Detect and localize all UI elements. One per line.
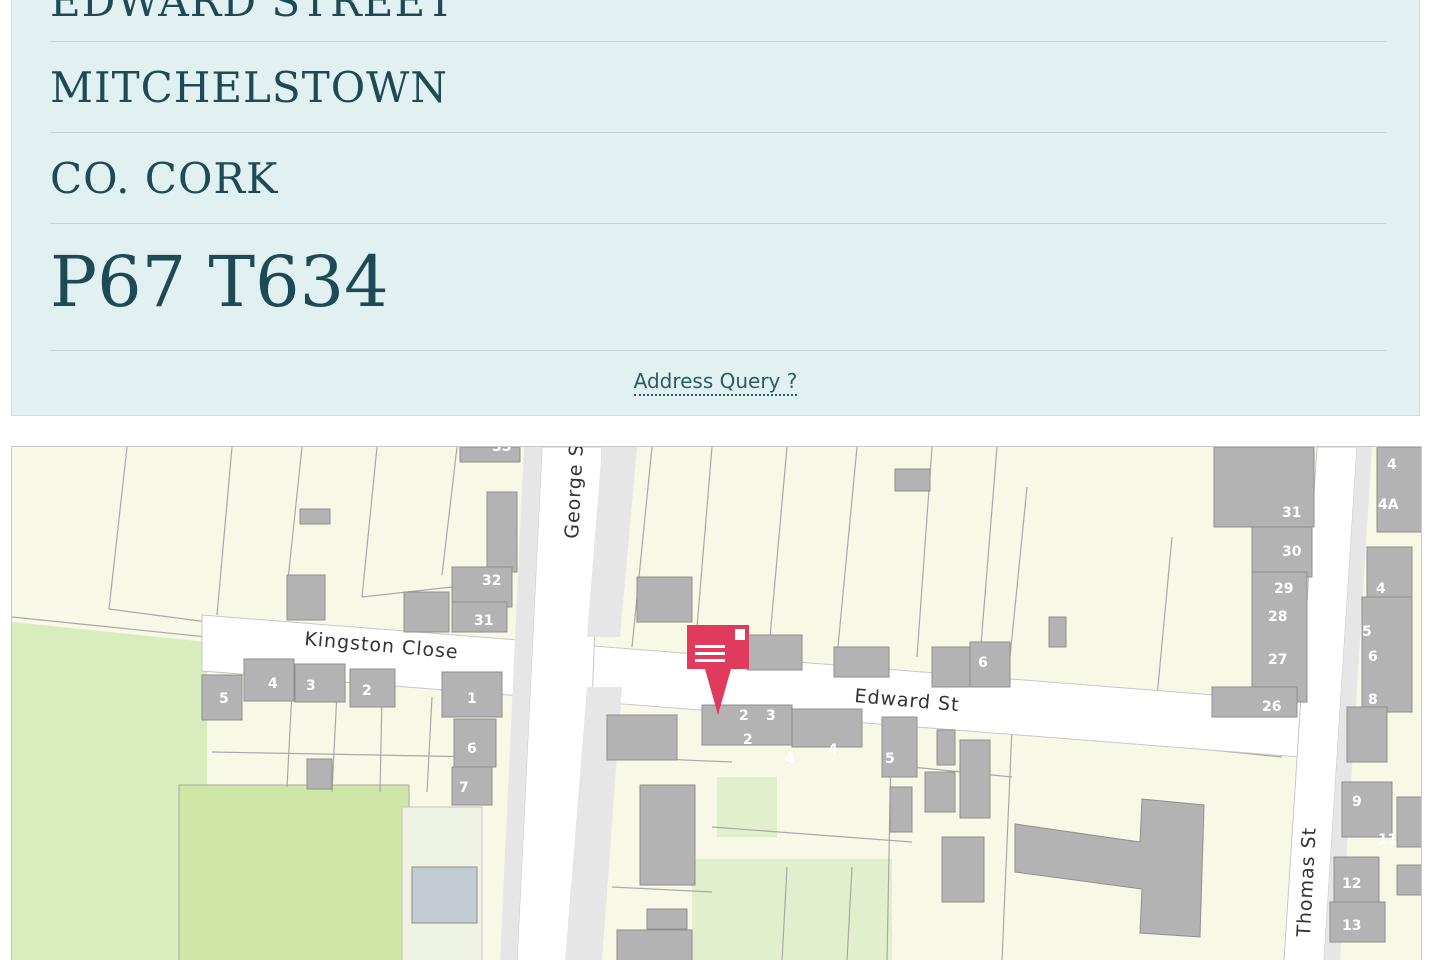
house-number: 26: [1262, 699, 1281, 715]
house-number: 27: [1268, 652, 1287, 668]
house-number: 12: [1342, 876, 1361, 892]
address-line-county: CO. CORK: [50, 132, 1386, 224]
green-plot: [692, 859, 892, 960]
house-number: 6: [1368, 649, 1378, 665]
address-line-town: MITCHELSTOWN: [50, 41, 1386, 133]
house-number: 2: [739, 708, 749, 724]
house-number: 6: [467, 741, 477, 757]
house-number: 1: [467, 691, 477, 707]
map-view[interactable]: 35 32 31 5 4 3 2 1 6 7 2 2 3 4 4 5 6 31 …: [11, 446, 1422, 960]
address-panel: EDWARD STREET MITCHELSTOWN CO. CORK P67 …: [11, 0, 1420, 416]
house-number: 4A: [1378, 497, 1399, 513]
house-number: 31: [474, 613, 493, 629]
house-number: 35: [492, 447, 511, 455]
house-number: 8: [1368, 692, 1378, 708]
house-number: 9: [1352, 794, 1362, 810]
address-line-street: EDWARD STREET: [50, 0, 1386, 42]
house-number: 6: [978, 655, 988, 671]
house-number: 30: [1282, 544, 1302, 560]
building-blue: [411, 866, 478, 924]
house-number: 4: [268, 676, 278, 692]
house-number: 4: [1376, 581, 1386, 597]
map-canvas[interactable]: 35 32 31 5 4 3 2 1 6 7 2 2 3 4 4 5 6 31 …: [12, 447, 1422, 960]
house-number: 4: [828, 742, 838, 758]
house-number: 2: [743, 732, 753, 748]
house-number: 32: [482, 573, 501, 589]
address-query-link[interactable]: Address Query ?: [633, 369, 798, 396]
house-number: 13: [1342, 918, 1361, 934]
address-query-row: Address Query ?: [12, 369, 1419, 396]
address-town-text: MITCHELSTOWN: [50, 63, 449, 112]
house-number: 5: [885, 751, 895, 767]
house-number: 7: [459, 780, 469, 796]
house-number: 29: [1274, 581, 1293, 597]
house-number: 31: [1282, 505, 1301, 521]
house-number: 11: [1378, 832, 1397, 848]
eircode-text: P67 T634: [50, 241, 389, 323]
house-number: 5: [219, 691, 229, 707]
address-street-text: EDWARD STREET: [50, 0, 456, 26]
house-number: 2: [362, 683, 372, 699]
green-area: [12, 622, 207, 960]
house-number: 5: [1362, 624, 1372, 640]
house-number: 4: [785, 751, 795, 767]
house-number: 4: [1387, 457, 1397, 473]
address-line-eircode: P67 T634: [50, 223, 1386, 351]
address-county-text: CO. CORK: [50, 154, 279, 203]
house-number: 3: [766, 708, 776, 724]
house-number: 3: [306, 678, 316, 694]
house-number: 28: [1268, 609, 1287, 625]
sports-field: [178, 784, 410, 960]
